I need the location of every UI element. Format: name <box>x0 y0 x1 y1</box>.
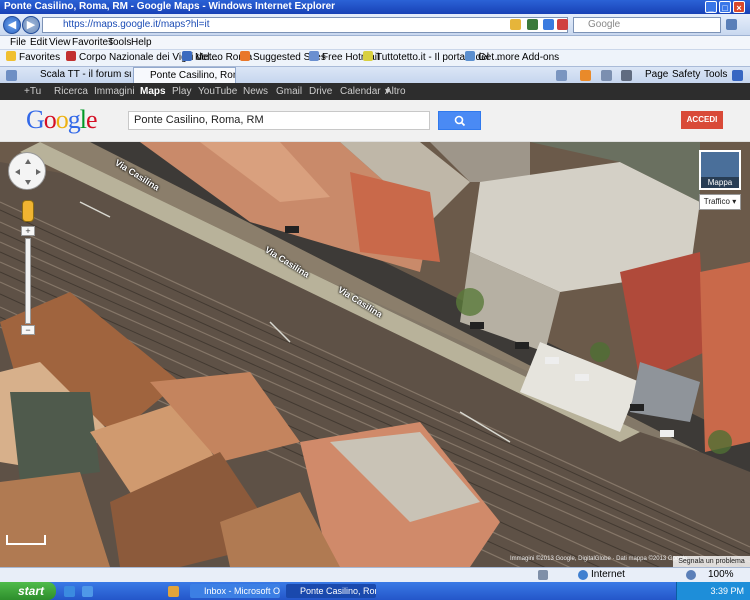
gbar-youtube[interactable]: YouTube <box>198 83 237 100</box>
pan-control[interactable] <box>8 152 46 190</box>
feeds-icon[interactable] <box>580 70 591 81</box>
site-icon <box>240 51 250 61</box>
taskbar-item-ie[interactable]: Ponte Casilino, Roma,... <box>286 584 376 598</box>
system-tray: 3:39 PM <box>676 582 750 600</box>
search-input[interactable]: Google <box>573 17 721 33</box>
zoom-in-button[interactable]: + <box>21 226 35 236</box>
favorites-button[interactable]: Favorites <box>6 50 60 66</box>
maps-search-button[interactable] <box>438 111 481 130</box>
menu-tools[interactable]: Tools <box>108 36 131 49</box>
gbar-altro[interactable]: Altro ▾ <box>385 83 406 100</box>
lock-icon[interactable] <box>510 19 521 30</box>
gbar-immagini[interactable]: Immagini <box>94 83 135 100</box>
menu-file[interactable]: File <box>10 36 26 49</box>
back-button[interactable]: ◀ <box>3 16 21 34</box>
site-icon <box>66 51 76 61</box>
home-icon[interactable] <box>556 70 567 81</box>
traffic-toggle[interactable]: Traffico ▾ <box>699 194 741 210</box>
zoom-level[interactable]: 100% <box>708 568 734 582</box>
gbar-news[interactable]: News <box>243 83 268 100</box>
map-type-label: Mappa <box>701 177 739 188</box>
google-header: Google Ponte Casilino, Roma, RM ACCEDI <box>0 100 750 142</box>
menu-favorites[interactable]: Favorites <box>72 36 113 49</box>
maps-search-input[interactable]: Ponte Casilino, Roma, RM <box>128 111 430 130</box>
tab-google-maps[interactable]: Ponte Casilino, Roma, RM... <box>133 67 236 83</box>
scale-bar <box>6 535 46 545</box>
print-icon[interactable] <box>621 70 632 81</box>
favorite-addons[interactable]: Get more Add-ons <box>465 50 559 66</box>
tab-scala-tt[interactable]: Scala TT - il forum sulla "scala"... <box>24 67 131 83</box>
taskbar-item-outlook[interactable]: Inbox - Microsoft Out... <box>190 584 280 598</box>
gbar-calendar[interactable]: Calendar <box>340 83 381 100</box>
browser-window: Ponte Casilino, Roma, RM - Google Maps -… <box>0 0 750 600</box>
taskbar: start Inbox - Microsoft Out... Ponte Cas… <box>0 582 750 600</box>
menu-help[interactable]: Help <box>131 36 152 49</box>
address-url: https://maps.google.it/maps?hl=it <box>63 19 210 30</box>
maps-search-value: Ponte Casilino, Roma, RM <box>134 114 264 126</box>
address-row: ◀ ▶ https://maps.google.it/maps?hl=it Go… <box>0 14 750 36</box>
gbar-ricerca[interactable]: Ricerca <box>54 83 88 100</box>
safety-menu[interactable]: Safety <box>672 67 700 83</box>
start-button[interactable]: start <box>0 582 56 600</box>
refresh-icon[interactable] <box>543 19 554 30</box>
quick-launch-icon[interactable] <box>82 586 93 597</box>
google-bar: +Tu Ricerca Immagini Maps Play YouTube N… <box>0 83 750 100</box>
protected-mode-icon[interactable] <box>538 570 548 580</box>
map-copyright: Immagini ©2013 Google, DigitalGlobe · Da… <box>510 556 688 562</box>
map-view[interactable]: Via Casilina Via Casilina Via Casilina I… <box>0 142 750 567</box>
status-bar: Internet 100% <box>0 567 750 582</box>
clock: 3:39 PM <box>710 586 744 596</box>
stop-icon[interactable] <box>557 19 568 30</box>
title-bar: Ponte Casilino, Roma, RM - Google Maps -… <box>0 0 750 14</box>
minimize-button[interactable]: _ <box>705 1 717 13</box>
maximize-button[interactable]: □ <box>719 1 731 13</box>
close-button[interactable]: × <box>733 1 745 13</box>
gbar-maps[interactable]: Maps <box>140 83 166 100</box>
favorites-bar: Favorites Corpo Nazionale dei Vigili del… <box>0 49 750 66</box>
address-bar[interactable]: https://maps.google.it/maps?hl=it <box>42 17 568 33</box>
gbar-gmail[interactable]: Gmail <box>276 83 302 100</box>
tab-row: Scala TT - il forum sulla "scala"... Pon… <box>0 66 750 83</box>
gbar-plus[interactable]: +Tu <box>24 83 41 100</box>
signin-button[interactable]: ACCEDI <box>681 111 723 129</box>
pegman-icon[interactable] <box>22 200 34 222</box>
report-problem-link[interactable]: Segnala un problema <box>673 556 750 567</box>
map-type-switcher[interactable]: Mappa <box>699 150 741 190</box>
search-icon[interactable] <box>726 19 737 30</box>
quick-launch-icon[interactable] <box>168 586 179 597</box>
zoom-slider[interactable] <box>25 238 31 324</box>
zoom-out-button[interactable]: − <box>21 325 35 335</box>
forward-button[interactable]: ▶ <box>22 16 40 34</box>
compass-icon <box>15 159 41 185</box>
gbar-drive[interactable]: Drive <box>309 83 332 100</box>
search-placeholder: Google <box>588 19 621 30</box>
quick-launch-icon[interactable] <box>64 586 75 597</box>
site-icon <box>465 51 475 61</box>
help-icon[interactable] <box>732 70 743 81</box>
tools-menu[interactable]: Tools <box>704 67 727 83</box>
compatibility-icon[interactable] <box>527 19 538 30</box>
site-icon <box>309 51 319 61</box>
menu-bar: File Edit View Favorites Tools Help <box>0 36 750 49</box>
aerial-imagery <box>0 142 750 567</box>
search-icon <box>454 115 466 127</box>
window-title: Ponte Casilino, Roma, RM - Google Maps -… <box>4 1 336 12</box>
page-menu[interactable]: Page <box>645 67 668 83</box>
site-icon <box>182 51 192 61</box>
site-icon <box>363 51 373 61</box>
mail-icon[interactable] <box>601 70 612 81</box>
quick-tabs-icon[interactable] <box>6 70 17 81</box>
menu-edit[interactable]: Edit <box>30 36 47 49</box>
google-logo[interactable]: Google <box>26 105 98 135</box>
gbar-play[interactable]: Play <box>172 83 191 100</box>
internet-zone-icon <box>578 570 588 580</box>
security-zone: Internet <box>591 569 625 580</box>
zoom-icon <box>686 570 696 580</box>
star-icon <box>6 51 16 61</box>
menu-view[interactable]: View <box>49 36 71 49</box>
